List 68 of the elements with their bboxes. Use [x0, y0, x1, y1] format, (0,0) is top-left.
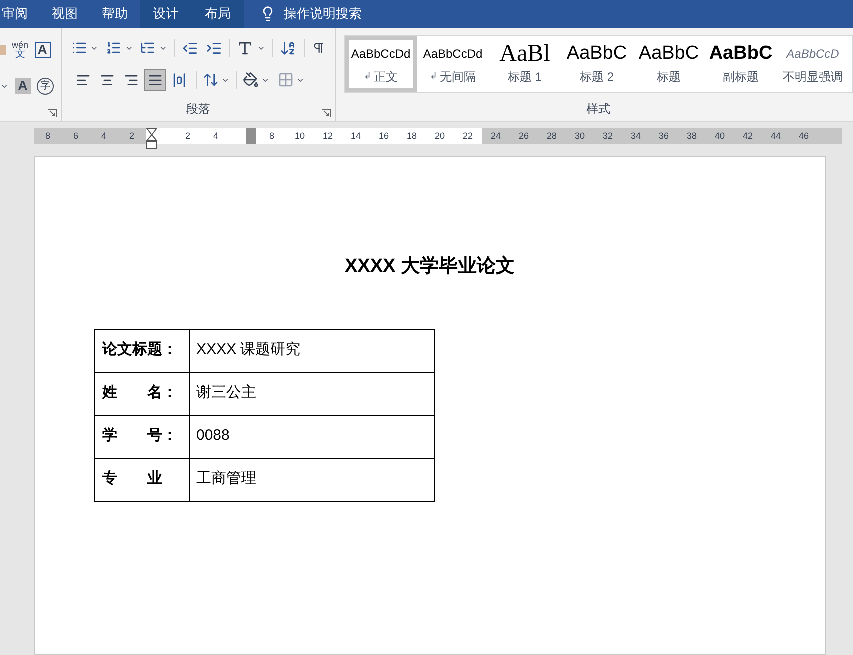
ruler-number: 44	[770, 130, 782, 143]
phonetic-guide-button[interactable]: wén 文	[12, 41, 29, 59]
character-border-button[interactable]: A	[34, 42, 51, 58]
ruler-number: 24	[490, 130, 502, 143]
ruler-number: 8	[268, 130, 276, 143]
ribbon-tab[interactable]: 设计	[140, 0, 192, 28]
table-cell: XXXX 课题研究	[189, 329, 434, 372]
ruler-number: 30	[574, 130, 586, 143]
ruler-number: 10	[294, 130, 306, 143]
group-label: 样式	[586, 101, 610, 118]
table-cell: 工商管理	[189, 458, 434, 501]
ribbon-tab[interactable]: 审阅	[0, 0, 40, 28]
show-marks-icon[interactable]	[312, 41, 326, 55]
enclose-characters-button[interactable]: 字	[37, 78, 54, 94]
ruler-number: 12	[322, 130, 334, 143]
align-icon	[100, 72, 114, 88]
text-direction-icon[interactable]	[237, 40, 254, 56]
ruler-number: 42	[742, 130, 754, 143]
ruler-number: 28	[546, 130, 558, 143]
table-cell: 论文标题：	[94, 329, 189, 372]
ribbon-tab[interactable]: 帮助	[90, 0, 140, 28]
ruler-number: 2	[128, 130, 136, 143]
table-cell: 学 号：	[94, 415, 189, 458]
dialog-launcher-icon[interactable]	[322, 109, 331, 118]
ruler-number: 40	[714, 130, 726, 143]
character-shading-button[interactable]: A	[15, 78, 31, 94]
document-title: XXXX 大学毕业论文	[345, 254, 515, 279]
ruler-number: 36	[658, 130, 670, 143]
ruler-number: 34	[630, 130, 642, 143]
line-spacing-icon[interactable]	[203, 72, 219, 88]
style-item[interactable]: AaBbCcDd ↲ 正文	[345, 36, 417, 92]
sort-icon[interactable]	[280, 40, 297, 56]
ruler-number: 14	[350, 130, 362, 143]
multilevel-list-icon[interactable]	[140, 40, 156, 56]
table-cell: 0088	[189, 415, 434, 458]
table-cell: 姓 名：	[94, 372, 189, 415]
align-icon	[124, 72, 138, 88]
dialog-launcher-icon[interactable]	[48, 109, 57, 118]
bullets-icon[interactable]	[72, 40, 88, 56]
table-cell: 专 业	[94, 458, 189, 501]
ruler-number: 16	[378, 130, 390, 143]
indent-marker-icon[interactable]	[146, 128, 158, 150]
ribbon-tab[interactable]: 布局	[192, 0, 244, 28]
tell-me-search[interactable]: 操作说明搜索	[256, 0, 366, 28]
group-label: 段落	[186, 101, 210, 118]
numbering-icon[interactable]	[106, 40, 122, 56]
align-icon	[148, 72, 162, 88]
ruler-number: 18	[406, 130, 418, 143]
ruler-number: 8	[44, 130, 52, 143]
ruler-number: 32	[602, 130, 614, 143]
align-button[interactable]	[144, 69, 166, 91]
ruler-number: 46	[798, 130, 810, 143]
paragraph-mark: ↲	[430, 70, 438, 84]
align-icon	[172, 72, 186, 88]
ruler-number: 2	[184, 130, 192, 143]
align-icon	[76, 72, 90, 88]
ribbon-tab[interactable]: 视图	[40, 0, 90, 28]
shading-icon[interactable]	[243, 72, 259, 88]
ruler-number: 26	[518, 130, 530, 143]
column-marker-icon[interactable]	[246, 128, 256, 144]
ruler-number: 4	[100, 130, 108, 143]
paragraph-mark: ↲	[364, 70, 372, 84]
ruler-number: 20	[434, 130, 446, 143]
table-cell: 谢三公主	[189, 372, 434, 415]
ruler-number: 6	[72, 130, 80, 143]
ruler-number: 38	[686, 130, 698, 143]
ruler-number: 4	[212, 130, 220, 143]
ruler-number: 22	[462, 130, 474, 143]
